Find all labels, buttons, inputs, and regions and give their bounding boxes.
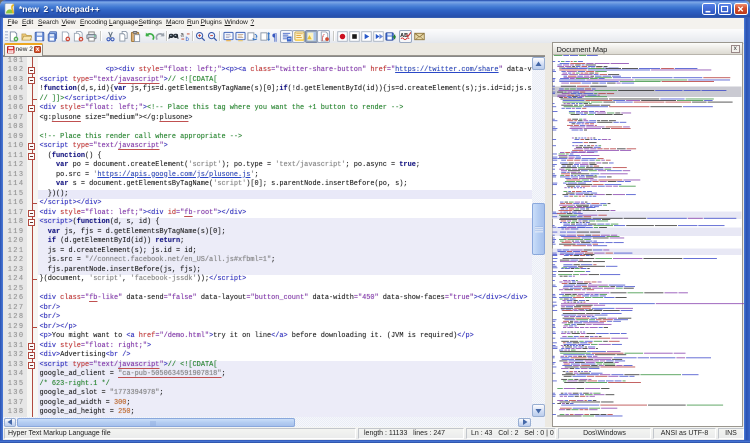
svg-text:b: b <box>186 37 190 42</box>
svg-text:a: a <box>180 32 184 38</box>
svg-text:¶: ¶ <box>272 32 278 41</box>
